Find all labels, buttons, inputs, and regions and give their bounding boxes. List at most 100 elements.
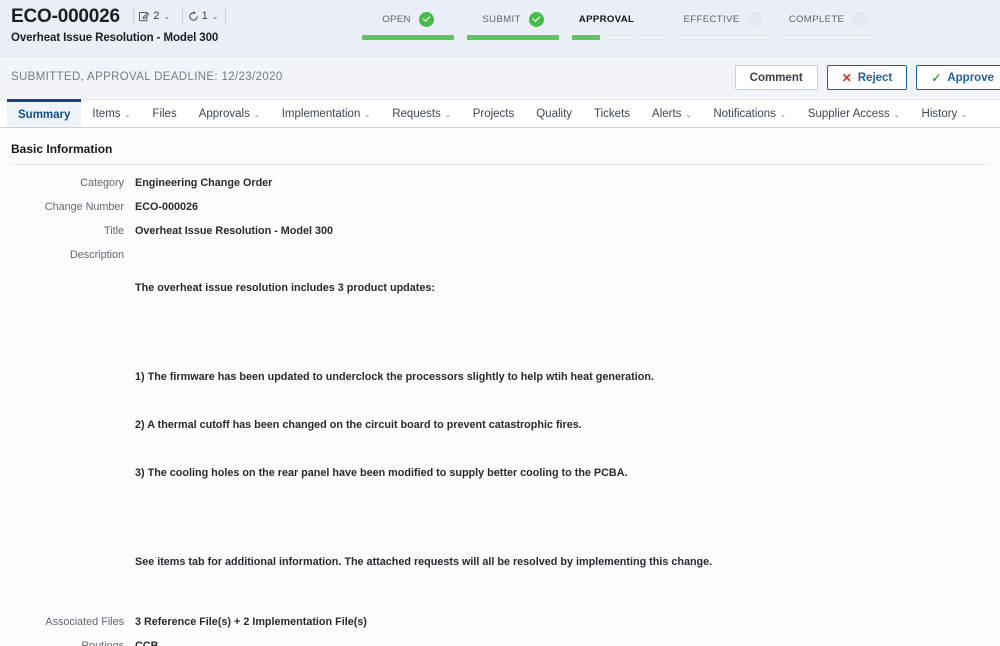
chevron-down-icon: ⌄ [894,111,900,119]
notes-count: 2 [153,10,159,22]
field-label: Routings [0,639,124,646]
stepper-status-pending-icon [852,12,867,27]
stepper-progress-segment [604,35,632,40]
stepper-step-header: EFFECTIVE [677,9,769,29]
button-label: Approve [947,72,994,84]
chevron-down-icon: ⌄ [163,12,170,21]
tab-quality[interactable]: Quality [525,100,583,127]
field-routings: Routings CCB [0,639,1000,646]
field-value: ECO-000026 [135,200,198,215]
comment-button[interactable]: Comment [735,65,818,90]
chevron-down-icon: ⌄ [254,111,260,119]
stepper-step-label: OPEN [382,14,411,25]
tab-label: Items [92,108,120,120]
tab-requests[interactable]: Requests⌄ [381,100,461,127]
tab-approvals[interactable]: Approvals ⌄ [188,100,271,127]
tab-label: History [922,108,958,120]
tab-supplier-access[interactable]: Supplier Access⌄ [797,100,911,127]
tab-implementation[interactable]: Implementation⌄ [271,100,382,127]
stepper-status-done-icon [419,12,434,27]
chevron-down-icon: ⌄ [212,12,219,21]
tab-label: Requests [392,108,441,120]
field-label: Associated Files [0,615,124,628]
stepper-step-label: APPROVAL [579,14,634,25]
stepper-step-header: OPEN [362,9,454,29]
tab-label: Implementation [282,108,361,120]
stepper-status-current-icon [642,12,657,27]
tab-alerts[interactable]: Alerts ⌄ [641,100,702,127]
stepper-step-label: EFFECTIVE [684,14,740,25]
stepper-step-complete[interactable]: COMPLETE [782,9,874,40]
stepper-status-done-icon [529,12,544,27]
tab-label: Tickets [594,108,630,120]
description-item: 3) The cooling holes on the rear panel h… [135,465,712,481]
change-order-page: ECO-000026 2 ⌄ [0,0,1000,646]
note-edit-icon [139,11,150,22]
basic-information-fields: Category Engineering Change Order Change… [0,176,1000,646]
stepper-step-open[interactable]: OPEN [362,9,454,40]
header-title-block: ECO-000026 2 ⌄ [11,6,226,44]
revisions-count: 1 [202,10,208,22]
field-value: 3 Reference File(s) + 2 Implementation F… [135,615,367,630]
stepper-progress-segment [782,35,874,40]
notes-badge[interactable]: 2 ⌄ [133,8,177,25]
stepper-step-header: APPROVAL [572,9,664,29]
tab-notifications[interactable]: Notifications ⌄ [702,100,797,127]
description-outro: See items tab for additional information… [135,554,712,570]
chevron-down-icon: ⌄ [961,111,967,119]
stepper-step-approval[interactable]: APPROVAL [572,9,664,40]
stepper-step-submit[interactable]: SUBMIT [467,9,559,40]
tab-files[interactable]: Files [141,100,187,127]
tab-items[interactable]: Items ⌄ [81,100,141,127]
field-value: Overheat Issue Resolution - Model 300 [135,224,333,239]
description-item: 2) A thermal cutoff has been changed on … [135,417,712,433]
workflow-stepper: OPEN SUBMIT APPROVAL EFFECTIVE COMPLETE [362,9,874,40]
field-label: Title [0,224,124,237]
stepper-progress-bar [467,35,559,40]
page-header: ECO-000026 2 ⌄ [0,0,1000,57]
field-label: Change Number [0,200,124,213]
field-label: Category [0,176,124,189]
revisions-badge[interactable]: 1 ⌄ [182,8,227,25]
stepper-progress-segment [572,35,600,40]
field-associated-files: Associated Files 3 Reference File(s) + 2… [0,615,1000,630]
tab-projects[interactable]: Projects [462,100,526,127]
tab-label: Summary [18,109,70,121]
revision-refresh-icon [188,11,199,22]
tab-label: Notifications [713,108,776,120]
description-spacer [135,513,712,522]
stepper-progress-bar [782,35,874,40]
stepper-progress-bar [572,35,664,40]
tab-label: Files [152,108,176,120]
tab-history[interactable]: History⌄ [911,100,979,127]
button-label: Reject [858,72,893,84]
field-description: Description The overheat issue resolutio… [0,248,1000,602]
stepper-progress-segment [467,35,559,40]
stepper-step-label: COMPLETE [789,14,845,25]
stepper-step-header: COMPLETE [782,9,874,29]
stepper-progress-segment [677,35,769,40]
approve-button[interactable]: ✓Approve [916,65,1000,90]
tab-tickets[interactable]: Tickets [583,100,641,127]
chevron-down-icon: ⌄ [125,111,131,119]
tab-summary[interactable]: Summary [7,99,81,127]
page-title: ECO-000026 [11,6,120,28]
header-badges: 2 ⌄ 1 ⌄ [133,8,226,27]
tab-label: Approvals [199,108,250,120]
description-intro: The overheat issue resolution includes 3… [135,280,712,296]
chevron-down-icon: ⌄ [364,111,370,119]
reject-button[interactable]: ✕Reject [827,65,908,90]
chevron-down-icon: ⌄ [685,111,691,119]
field-label: Description [0,248,124,261]
description-spacer [135,328,712,337]
stepper-step-label: SUBMIT [482,14,520,25]
field-value: The overheat issue resolution includes 3… [135,248,712,602]
tab-label: Projects [473,108,515,120]
tab-label: Alerts [652,108,681,120]
stepper-progress-segment [636,35,664,40]
stepper-step-effective[interactable]: EFFECTIVE [677,9,769,40]
description-item: 1) The firmware has been updated to unde… [135,369,712,385]
chevron-down-icon: ⌄ [780,111,786,119]
tab-bar: SummaryItems⌄FilesApprovals⌄Implementati… [0,100,1000,128]
stepper-status-pending-icon [747,12,762,27]
